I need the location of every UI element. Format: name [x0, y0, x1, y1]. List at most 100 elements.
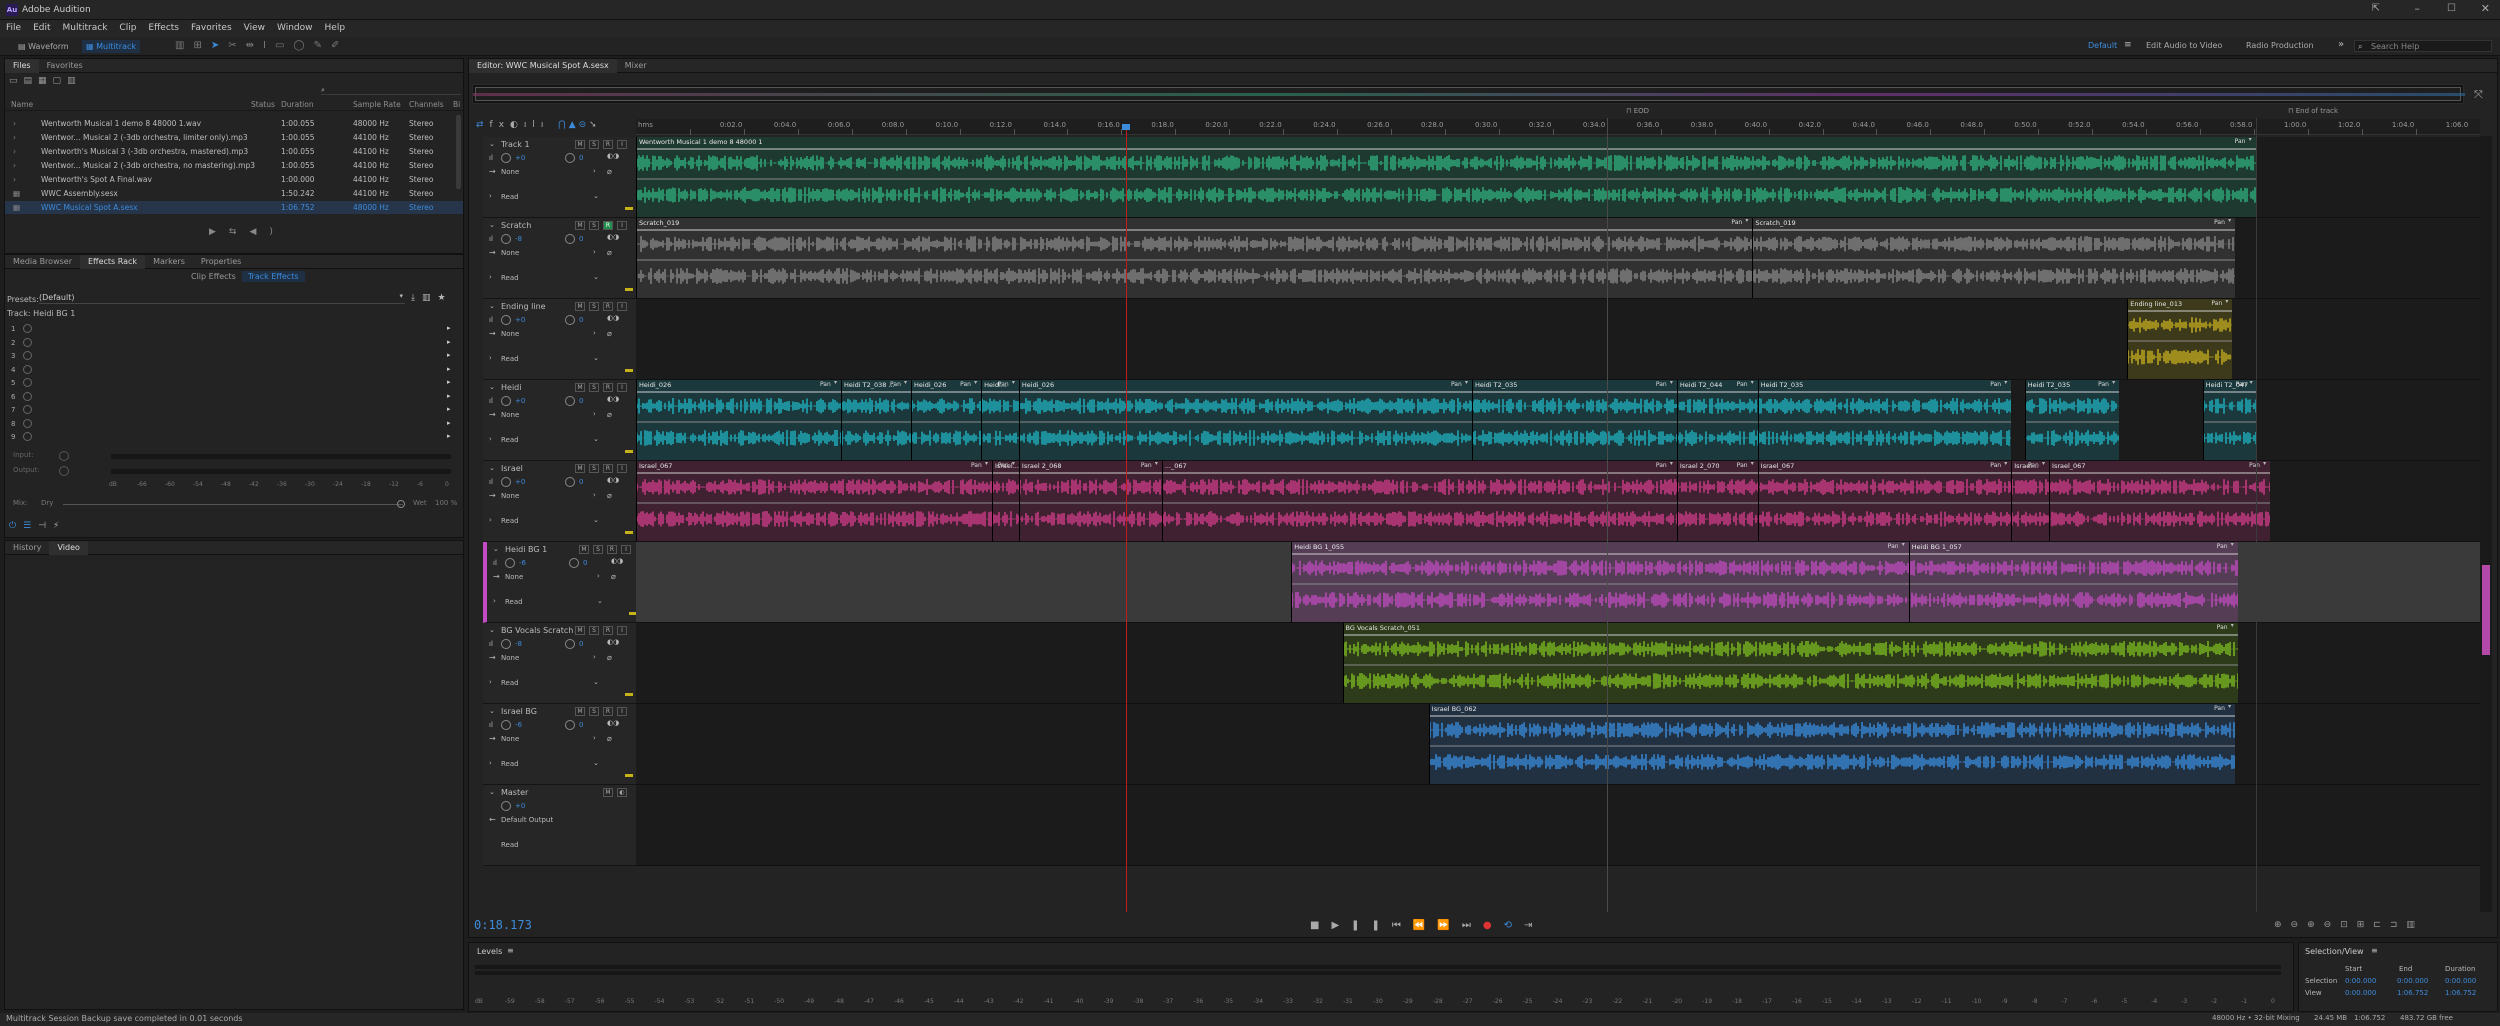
track-header[interactable]: ⌄ Heidi M S R Iıl +0 0 ◐◑ → None › ⌀ › Read ⌄ — [483, 380, 636, 461]
session-overview[interactable] — [472, 84, 2465, 104]
effect-slot[interactable]: 6 ▸ — [11, 391, 455, 405]
expand-arrow-icon[interactable]: › — [489, 516, 492, 524]
mute-button[interactable]: M — [575, 626, 585, 635]
slot-power-icon[interactable] — [23, 378, 32, 387]
open-file-icon[interactable]: ▭ — [9, 76, 24, 86]
pitch-icon[interactable]: ⊞ — [193, 40, 210, 51]
stereo-icon[interactable]: ◐◑ — [607, 233, 619, 241]
audio-clip[interactable]: Scratch_019 Pan ▾ — [636, 218, 1753, 298]
monitor-button[interactable]: I — [617, 464, 627, 473]
col-bit[interactable]: Bi — [453, 99, 460, 111]
preview-play-icon[interactable]: ▶ — [209, 227, 229, 237]
track-name[interactable]: Israel — [501, 464, 523, 473]
mix-slider[interactable] — [63, 504, 403, 505]
stereo-icon[interactable]: ◐◑ — [607, 638, 619, 646]
volume-knob[interactable] — [501, 396, 511, 406]
track-input-select[interactable]: None — [501, 654, 519, 662]
link-icon[interactable]: ⊝ — [579, 120, 590, 130]
master-automation-select[interactable]: Read — [501, 841, 519, 849]
expand-arrow-icon[interactable]: › — [489, 759, 492, 767]
chevron-down-icon[interactable]: ⌄ — [597, 597, 603, 605]
track-lane[interactable]: Heidi_026 Pan ▾ Heidi T2_038 ... Pan ▾ Heidi_0… — [636, 380, 2480, 461]
track-input-select[interactable]: None — [501, 330, 519, 338]
zoom-selection-icon[interactable]: ⊞ — [2357, 920, 2374, 930]
track-name[interactable]: Scratch — [501, 221, 531, 230]
track-name[interactable]: Track 1 — [501, 140, 530, 149]
track-lane[interactable]: Israel BG_062 Pan ▾ — [636, 704, 2480, 785]
tab-properties[interactable]: Properties — [193, 255, 249, 269]
phase-invert-icon[interactable]: ⌀ — [607, 410, 612, 419]
record-icon[interactable]: ● — [1483, 920, 1504, 931]
monitor-button[interactable]: I — [621, 545, 631, 554]
delete-preset-icon[interactable]: ▥ — [422, 293, 438, 303]
zoom-full-icon[interactable]: ⊡ — [2340, 920, 2357, 930]
sv-selection-duration[interactable]: 0:00.000 — [2445, 977, 2476, 985]
session-file-icon[interactable]: ▦ — [13, 201, 20, 214]
rewind-icon[interactable]: ⏪ — [1413, 920, 1437, 931]
track-header[interactable]: ⌄ Heidi BG 1 M S R Iıl -6 0 ◐◑ → None › ⌀ › Read ⌄ — [483, 542, 637, 623]
tab-files[interactable]: Files — [5, 59, 39, 73]
preview-volume-icon[interactable]: ◀) — [249, 227, 285, 237]
files-search[interactable]: ⌕ — [321, 85, 461, 95]
audio-clip[interactable]: Heidi T2_038 ... Pan ▾ — [840, 380, 912, 460]
collapse-arrow-icon[interactable]: ⌄ — [489, 140, 495, 148]
phase-invert-icon[interactable]: ⌀ — [607, 167, 612, 176]
audio-clip[interactable]: Israel... Pan ▾ — [991, 461, 1019, 541]
pan-knob[interactable] — [569, 558, 579, 568]
menu-help[interactable]: Help — [319, 20, 352, 37]
pan-knob[interactable] — [565, 315, 575, 325]
slot-menu-arrow-icon[interactable]: ▸ — [447, 432, 451, 440]
monitor-button[interactable]: I — [617, 140, 627, 149]
tab-history[interactable]: History — [5, 541, 49, 555]
expand-arrow-icon[interactable]: › — [489, 192, 492, 200]
workspace-radio-production[interactable]: Radio Production — [2246, 41, 2314, 50]
track-input-select[interactable]: None — [501, 411, 519, 419]
slip-tool-icon[interactable]: ⇹ — [246, 40, 263, 51]
pan-knob[interactable] — [565, 153, 575, 163]
sv-selection-end[interactable]: 0:00.000 — [2397, 977, 2428, 985]
workspace-edit-audio-to-video[interactable]: Edit Audio to Video — [2146, 41, 2222, 50]
pan-knob[interactable] — [565, 720, 575, 730]
automation-mode-select[interactable]: Read — [501, 193, 519, 201]
delete-file-icon[interactable]: ▥ — [67, 76, 82, 86]
monitor-button[interactable]: I — [617, 383, 627, 392]
track-lane[interactable]: Wentworth Musical 1 demo 8 48000 1 Pan ▾ — [636, 137, 2480, 218]
collapse-arrow-icon[interactable]: ⌄ — [489, 221, 495, 229]
automation-mode-select[interactable]: Read — [501, 355, 519, 363]
lightning-icon[interactable]: ⚡ — [53, 521, 66, 531]
subtab-track-effects[interactable]: Track Effects — [241, 271, 305, 282]
effects-icon[interactable]: fx — [490, 120, 511, 130]
menu-edit[interactable]: Edit — [27, 20, 56, 37]
volume-value[interactable]: -6 — [515, 721, 522, 729]
track-lane[interactable]: Israel_067 Pan ▾ Israel... Pan ▾ Israel 2_068 P… — [636, 461, 2480, 542]
master-output-select[interactable]: Default Output — [501, 816, 553, 824]
file-row[interactable]: › Wentworth's Musical 3 (-3db orchestra, … — [5, 145, 463, 158]
effect-slot[interactable]: 4 ▸ — [11, 364, 455, 378]
pan-value[interactable]: 0 — [579, 235, 583, 243]
mute-button[interactable]: M — [575, 383, 585, 392]
chevron-down-icon[interactable]: ⌄ — [593, 354, 599, 362]
solo-button[interactable]: S — [589, 707, 599, 716]
audio-clip[interactable]: Israel 2_068 Pan ▾ — [1018, 461, 1162, 541]
slot-menu-arrow-icon[interactable]: ▸ — [447, 351, 451, 359]
chevron-right-icon[interactable]: › — [593, 491, 596, 499]
volume-value[interactable]: +0 — [515, 316, 525, 324]
subtab-clip-effects[interactable]: Clip Effects — [185, 271, 242, 282]
arm-button[interactable]: R — [603, 707, 613, 716]
automation-mode-select[interactable]: Read — [501, 274, 519, 282]
fast-forward-icon[interactable]: ⏩ — [1437, 920, 1461, 931]
chevron-right-icon[interactable]: › — [597, 572, 600, 580]
file-row[interactable]: › Wentworth Musical 1 demo 8 48000 1.wav 1… — [5, 117, 463, 130]
track-input-select[interactable]: None — [505, 573, 523, 581]
track-header[interactable]: ⌄ BG Vocals Scratch M S R Iıl -8 0 ◐◑ → None › ⌀ › Rea… — [483, 623, 636, 704]
effect-slot[interactable]: 5 ▸ — [11, 378, 455, 391]
skip-selection-icon[interactable]: ⇥ — [1524, 920, 1544, 931]
collapse-arrow-icon[interactable]: ⌄ — [489, 788, 495, 796]
audio-clip[interactable]: Israel_067 Pan ▾ — [2049, 461, 2271, 541]
master-name[interactable]: Master — [501, 788, 528, 797]
phase-invert-icon[interactable]: ⌀ — [607, 491, 612, 500]
audio-clip[interactable]: ..._067 Pan ▾ — [1161, 461, 1677, 541]
sv-view-end[interactable]: 1:06.752 — [2397, 989, 2428, 997]
chevron-right-icon[interactable]: › — [593, 653, 596, 661]
mute-button[interactable]: M — [603, 788, 613, 797]
